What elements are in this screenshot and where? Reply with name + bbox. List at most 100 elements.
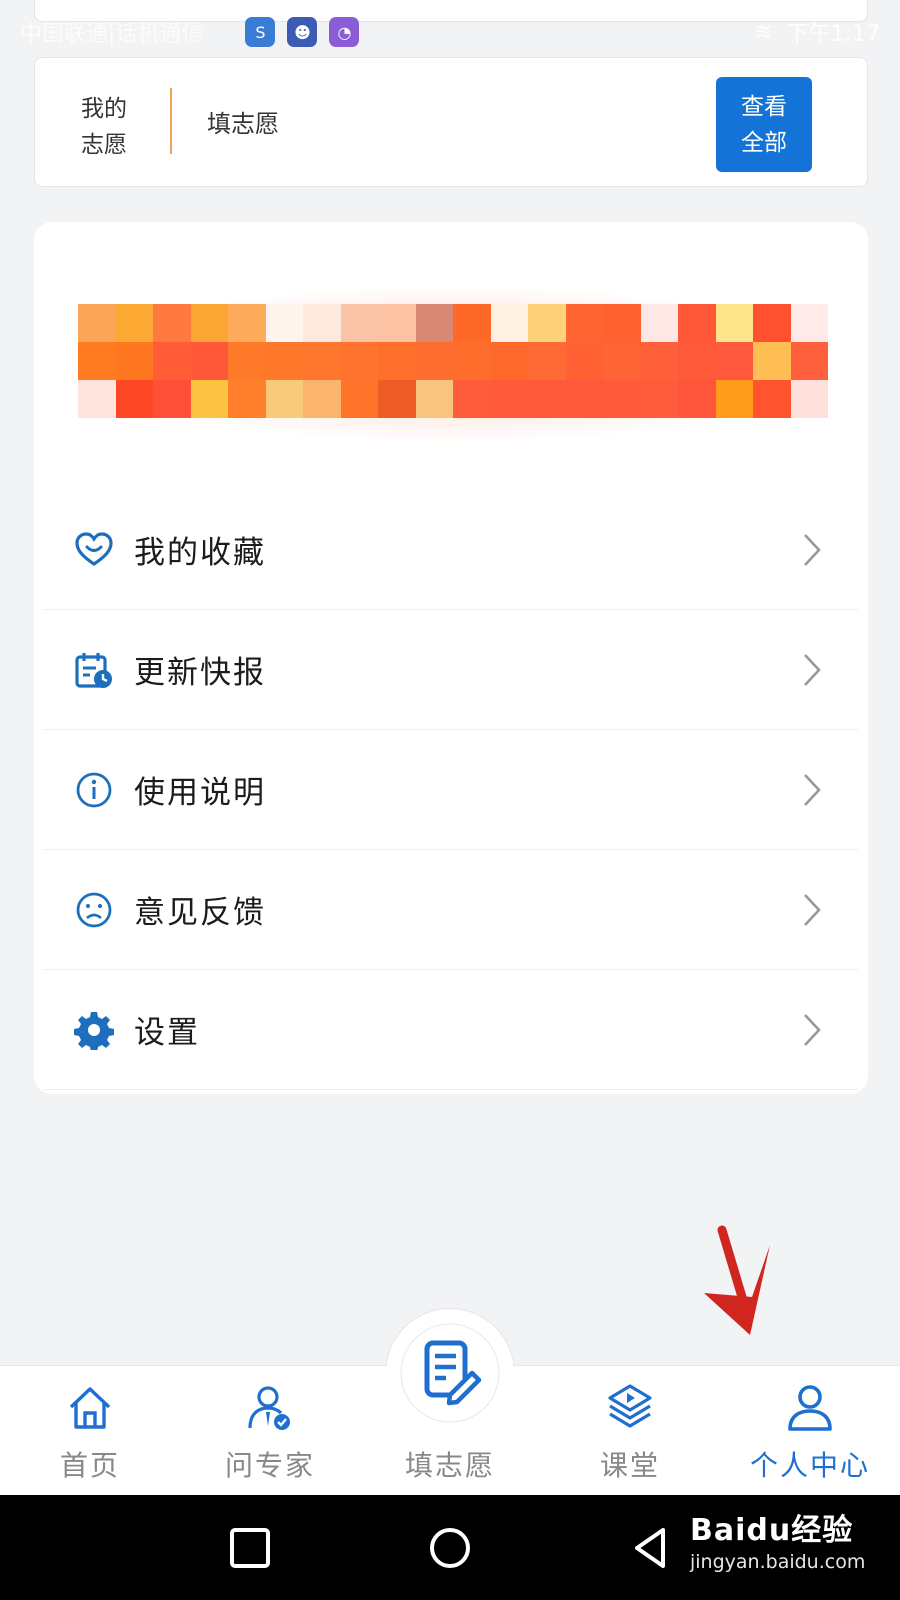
menu-item-label: 意见反馈 (134, 895, 266, 931)
menu-list: 我的收藏 更新快报 使用说明 意见反馈 设置 (44, 490, 858, 1090)
mosaic-cell (378, 342, 416, 380)
nav-home[interactable]: 首页 (10, 1366, 170, 1496)
user-icon (782, 1380, 838, 1436)
menu-item-label: 更新快报 (134, 655, 266, 691)
mosaic-cell (678, 342, 716, 380)
mosaic-cell (265, 304, 303, 342)
mosaic-cell (753, 304, 791, 342)
chevron-right-icon (804, 533, 821, 566)
home-icon (62, 1380, 118, 1436)
info-icon (72, 768, 116, 812)
mosaic-cell (378, 304, 416, 342)
mosaic-cell (715, 342, 753, 380)
watermark-main: Baidu经验 (690, 1513, 854, 1548)
mosaic-cell (415, 342, 453, 380)
fill-volunteer-link[interactable]: 填志愿 (207, 104, 279, 139)
mosaic-cell (453, 342, 491, 380)
menu-item-favorites[interactable]: 我的收藏 (44, 490, 858, 610)
watermark-sub: jingyan.baidu.com (690, 1551, 866, 1573)
mosaic-cell (265, 342, 303, 380)
back-icon[interactable] (627, 1525, 673, 1571)
heart-icon (72, 528, 116, 572)
menu-item-label: 设置 (134, 1015, 200, 1051)
mosaic-cell (603, 342, 641, 380)
menu-item-instructions[interactable]: 使用说明 (44, 730, 858, 850)
mosaic-cell (490, 380, 528, 418)
classroom-icon (602, 1380, 658, 1436)
nav-classroom[interactable]: 课堂 (550, 1366, 710, 1496)
fill-form-icon-wrap[interactable] (385, 1308, 515, 1438)
app-notification-icon: ☻ (287, 17, 318, 47)
mosaic-cell (565, 380, 603, 418)
menu-item-settings[interactable]: 设置 (44, 970, 858, 1090)
app-notification-icon: ◔ (329, 17, 360, 47)
chevron-right-icon (804, 1013, 821, 1046)
mosaic-cell (378, 380, 416, 418)
nav-ask-expert[interactable]: 问专家 (190, 1366, 350, 1496)
carrier-text: 中国联通|话机通信 (20, 22, 204, 47)
status-bar: 中国联通|话机通信 S ☻ ◔ ≋ 下午1:17 (0, 12, 900, 52)
view-all-button[interactable]: 查看 全部 (716, 77, 812, 172)
mosaic-cell (790, 380, 828, 418)
mosaic-cell (678, 380, 716, 418)
my-volunteer-card: 我的 志愿 填志愿 查看 全部 (34, 57, 868, 187)
nav-label: 填志愿 (404, 1449, 495, 1482)
mosaic-cell (415, 304, 453, 342)
notification-icons: S ☻ ◔ (245, 17, 360, 47)
menu-item-feedback[interactable]: 意见反馈 (44, 850, 858, 970)
mosaic-cell (228, 380, 266, 418)
mosaic-cell (78, 342, 116, 380)
mosaic-cell (78, 380, 116, 418)
mosaic-cell (640, 304, 678, 342)
chevron-right-icon (804, 653, 821, 686)
mosaic-cell (490, 342, 528, 380)
mosaic-cell (603, 304, 641, 342)
mosaic-cell (340, 342, 378, 380)
mosaic-cell (115, 342, 153, 380)
mosaic-cell (753, 380, 791, 418)
view-all-line-2: 全部 (741, 129, 787, 156)
menu-item-label: 我的收藏 (134, 535, 266, 571)
mosaic-cell (528, 380, 566, 418)
view-all-line-1: 查看 (741, 93, 787, 120)
mosaic-cell (528, 342, 566, 380)
calendar-clock-icon (72, 648, 116, 692)
my-volunteer-label: 我的 志愿 (81, 91, 141, 163)
gear-icon (72, 1008, 116, 1052)
mosaic-cell (790, 342, 828, 380)
time-text: 下午1:17 (786, 22, 880, 47)
home-button-icon[interactable] (427, 1525, 473, 1571)
mosaic-cell (640, 342, 678, 380)
mosaic-cell (78, 304, 116, 342)
mosaic-cell (640, 380, 678, 418)
mosaic-cell (115, 304, 153, 342)
menu-item-label: 使用说明 (134, 775, 266, 811)
mosaic-cell (303, 342, 341, 380)
mosaic-cell (565, 342, 603, 380)
annotation-arrow-icon (704, 1225, 770, 1335)
mosaic-cell (153, 304, 191, 342)
mosaic-cell (753, 342, 791, 380)
mosaic-cell (190, 380, 228, 418)
mosaic-cell (228, 342, 266, 380)
expert-icon (242, 1380, 298, 1436)
nav-personal-center[interactable]: 个人中心 (730, 1366, 890, 1496)
chevron-right-icon (804, 773, 821, 806)
nav-label: 课堂 (599, 1449, 660, 1482)
mosaic-cell (190, 304, 228, 342)
menu-item-updates[interactable]: 更新快报 (44, 610, 858, 730)
menu-card: 我的收藏 更新快报 使用说明 意见反馈 设置 (34, 222, 868, 1094)
mosaic-cell (453, 380, 491, 418)
mosaic-cell (340, 304, 378, 342)
fill-form-icon (400, 1323, 500, 1423)
mosaic-cell (153, 342, 191, 380)
promo-banner[interactable] (68, 284, 838, 452)
mosaic-cell (340, 380, 378, 418)
mosaic-cell (265, 380, 303, 418)
mosaic-cell (565, 304, 603, 342)
label-line-1: 我的 (81, 96, 127, 122)
recent-apps-icon[interactable] (227, 1525, 273, 1571)
mosaic-cell (453, 304, 491, 342)
mosaic-cell (153, 380, 191, 418)
mosaic-cell (303, 304, 341, 342)
